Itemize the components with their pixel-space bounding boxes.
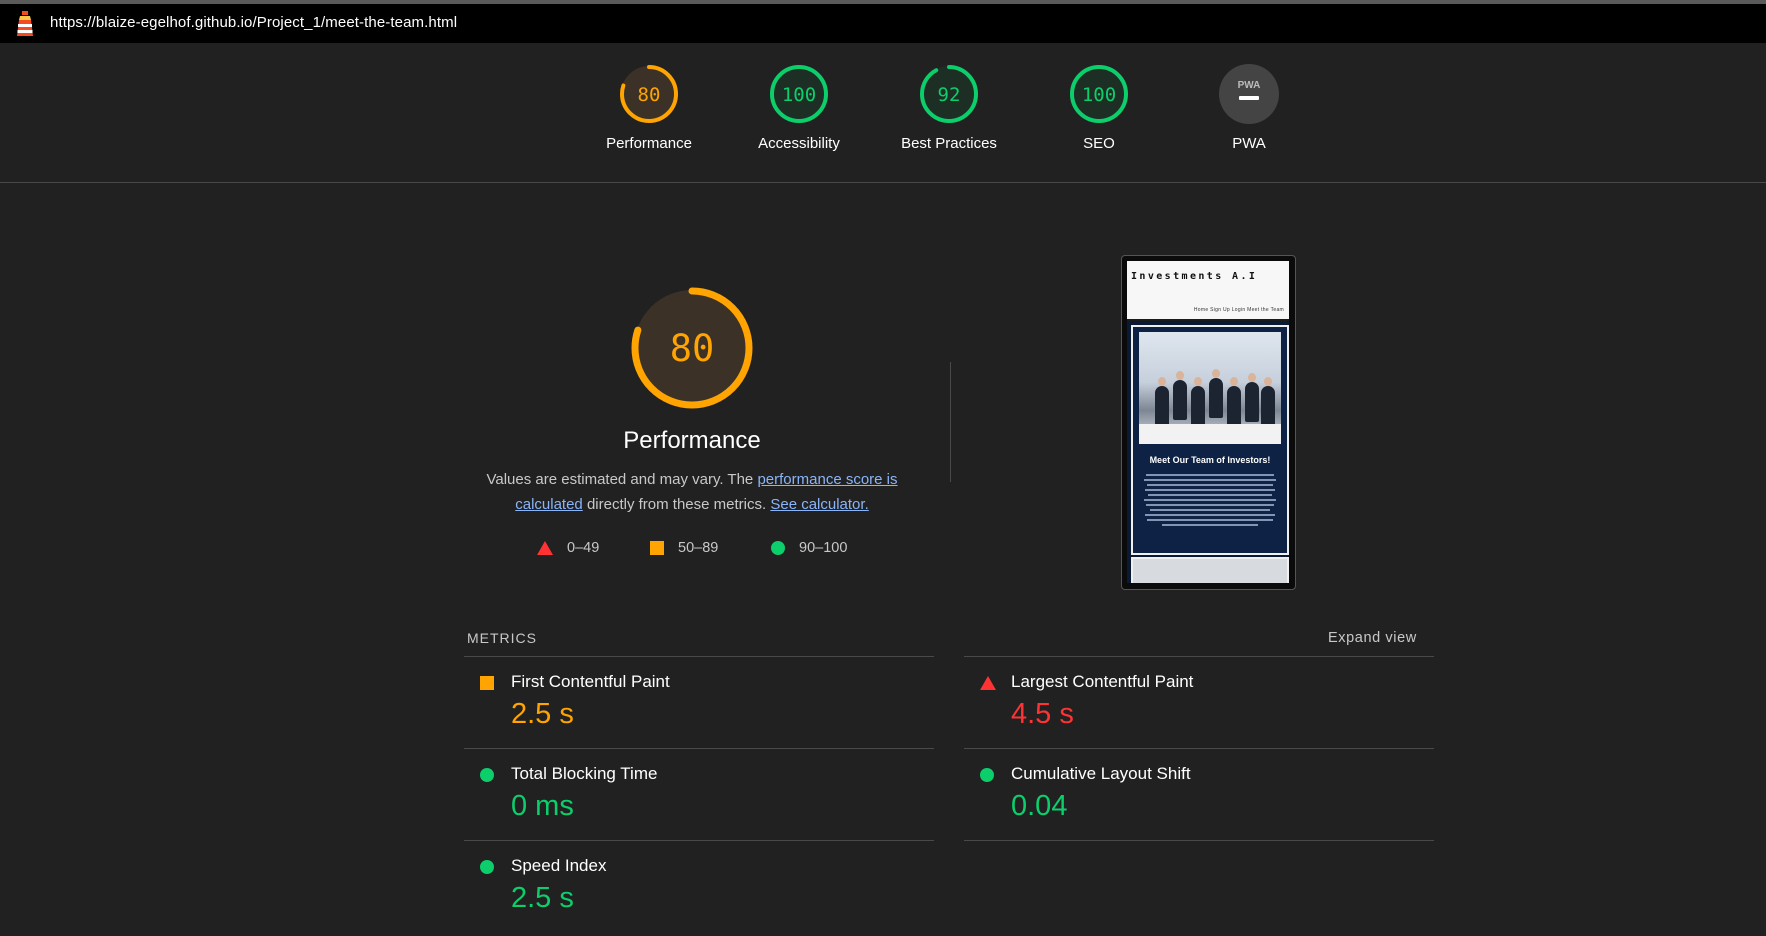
score-calculated-link[interactable]: performance score is	[757, 471, 897, 488]
screenshot-brand: Investments A.I	[1131, 271, 1258, 282]
metric-largest-contentful-paint[interactable]: Largest Contentful Paint 4.5 s	[964, 662, 1384, 752]
metric-value: 2.5 s	[511, 698, 574, 730]
legend-pass: 90–100	[771, 540, 847, 556]
legend-fail: 0–49	[537, 540, 599, 556]
gauge-label: PWA	[1232, 135, 1266, 152]
metric-name: Cumulative Layout Shift	[1011, 764, 1191, 783]
seo-gauge-icon: 100	[1070, 65, 1128, 123]
metric-speed-index[interactable]: Speed Index 2.5 s	[464, 846, 884, 936]
gauge-score: 80	[638, 84, 661, 106]
gauge-label: Accessibility	[758, 135, 840, 152]
gauge-score: 100	[782, 84, 816, 106]
gauge-label: Best Practices	[901, 135, 997, 152]
metric-name: Speed Index	[511, 856, 607, 875]
metric-value: 0 ms	[511, 790, 574, 822]
expand-view-toggle[interactable]: Expand view	[1328, 630, 1417, 646]
screenshot-header: Investments A.I Home Sign Up Login Meet …	[1127, 261, 1289, 322]
screenshot-nav: Home Sign Up Login Meet the Team	[1193, 307, 1284, 313]
desc-middle: directly from these metrics.	[586, 496, 767, 513]
gauge-score: 92	[938, 84, 961, 106]
metric-value: 4.5 s	[1011, 698, 1074, 730]
performance-main-gauge: 80	[631, 287, 753, 409]
gauge-pwa[interactable]: PWA PWA	[1174, 43, 1324, 152]
team-photo	[1139, 332, 1281, 444]
screenshot-heading: Meet Our Team of Investors!	[1149, 455, 1271, 465]
metrics-divider	[464, 656, 934, 657]
screenshot-next-card	[1131, 557, 1289, 583]
gauge-score: 100	[1082, 84, 1116, 106]
legend-label: 50–89	[678, 540, 719, 556]
section-divider	[950, 362, 951, 482]
report-topbar: https://blaize-egelhof.github.io/Project…	[0, 4, 1766, 43]
metric-first-contentful-paint[interactable]: First Contentful Paint 2.5 s	[464, 662, 884, 752]
performance-gauge-icon: 80	[620, 65, 678, 123]
green-circle-icon	[771, 541, 785, 555]
orange-square-icon	[480, 676, 494, 690]
screenshot-team-card: Meet Our Team of Investors!	[1131, 325, 1289, 555]
performance-main-score: 80	[670, 327, 715, 370]
performance-title: Performance	[623, 427, 761, 454]
gauge-label: SEO	[1083, 135, 1115, 152]
desc-prefix: Values are estimated and may vary. The	[486, 471, 754, 488]
metrics-divider	[464, 748, 934, 749]
score-calculated-link-cont[interactable]: calculated	[515, 496, 583, 513]
metric-name: Largest Contentful Paint	[1011, 672, 1194, 691]
legend-label: 0–49	[567, 540, 600, 556]
metrics-divider	[964, 840, 1434, 841]
pwa-badge-icon: PWA	[1219, 64, 1279, 124]
gauge-accessibility[interactable]: 100 Accessibility	[724, 43, 874, 152]
metrics-heading: METRICS	[467, 630, 537, 646]
green-circle-icon	[480, 860, 494, 874]
red-triangle-icon	[537, 541, 553, 555]
metrics-divider	[964, 748, 1434, 749]
best-practices-gauge-icon: 92	[920, 65, 978, 123]
pwa-badge-text: PWA	[1238, 80, 1261, 91]
category-scores-header: 80 Performance 100 Accessibility 92 Best…	[0, 43, 1766, 183]
gauge-seo[interactable]: 100 SEO	[1024, 43, 1174, 152]
screenshot-page: Investments A.I Home Sign Up Login Meet …	[1127, 261, 1289, 583]
metric-cumulative-layout-shift[interactable]: Cumulative Layout Shift 0.04	[964, 754, 1384, 844]
metric-value: 2.5 s	[511, 882, 574, 914]
green-circle-icon	[480, 768, 494, 782]
lighthouse-icon	[17, 11, 33, 36]
legend-label: 90–100	[799, 540, 848, 556]
metric-name: First Contentful Paint	[511, 672, 670, 691]
metrics-divider	[964, 656, 1434, 657]
orange-square-icon	[650, 541, 664, 555]
see-calculator-link[interactable]: See calculator.	[770, 496, 868, 513]
accessibility-gauge-icon: 100	[770, 65, 828, 123]
metric-name: Total Blocking Time	[511, 764, 658, 783]
gauge-best-practices[interactable]: 92 Best Practices	[874, 43, 1024, 152]
metrics-divider	[464, 840, 934, 841]
gauge-label: Performance	[606, 135, 692, 152]
gauge-performance[interactable]: 80 Performance	[574, 43, 724, 152]
performance-description: Values are estimated and may vary. The p…	[470, 467, 914, 517]
metric-total-blocking-time[interactable]: Total Blocking Time 0 ms	[464, 754, 884, 844]
red-triangle-icon	[980, 676, 996, 690]
final-screenshot[interactable]: Investments A.I Home Sign Up Login Meet …	[1121, 255, 1296, 590]
report-url[interactable]: https://blaize-egelhof.github.io/Project…	[50, 14, 457, 31]
green-circle-icon	[980, 768, 994, 782]
screenshot-body: Meet Our Team of Investors!	[1127, 321, 1289, 583]
screenshot-paragraph	[1143, 474, 1277, 529]
legend-average: 50–89	[650, 540, 718, 556]
metric-value: 0.04	[1011, 790, 1068, 822]
